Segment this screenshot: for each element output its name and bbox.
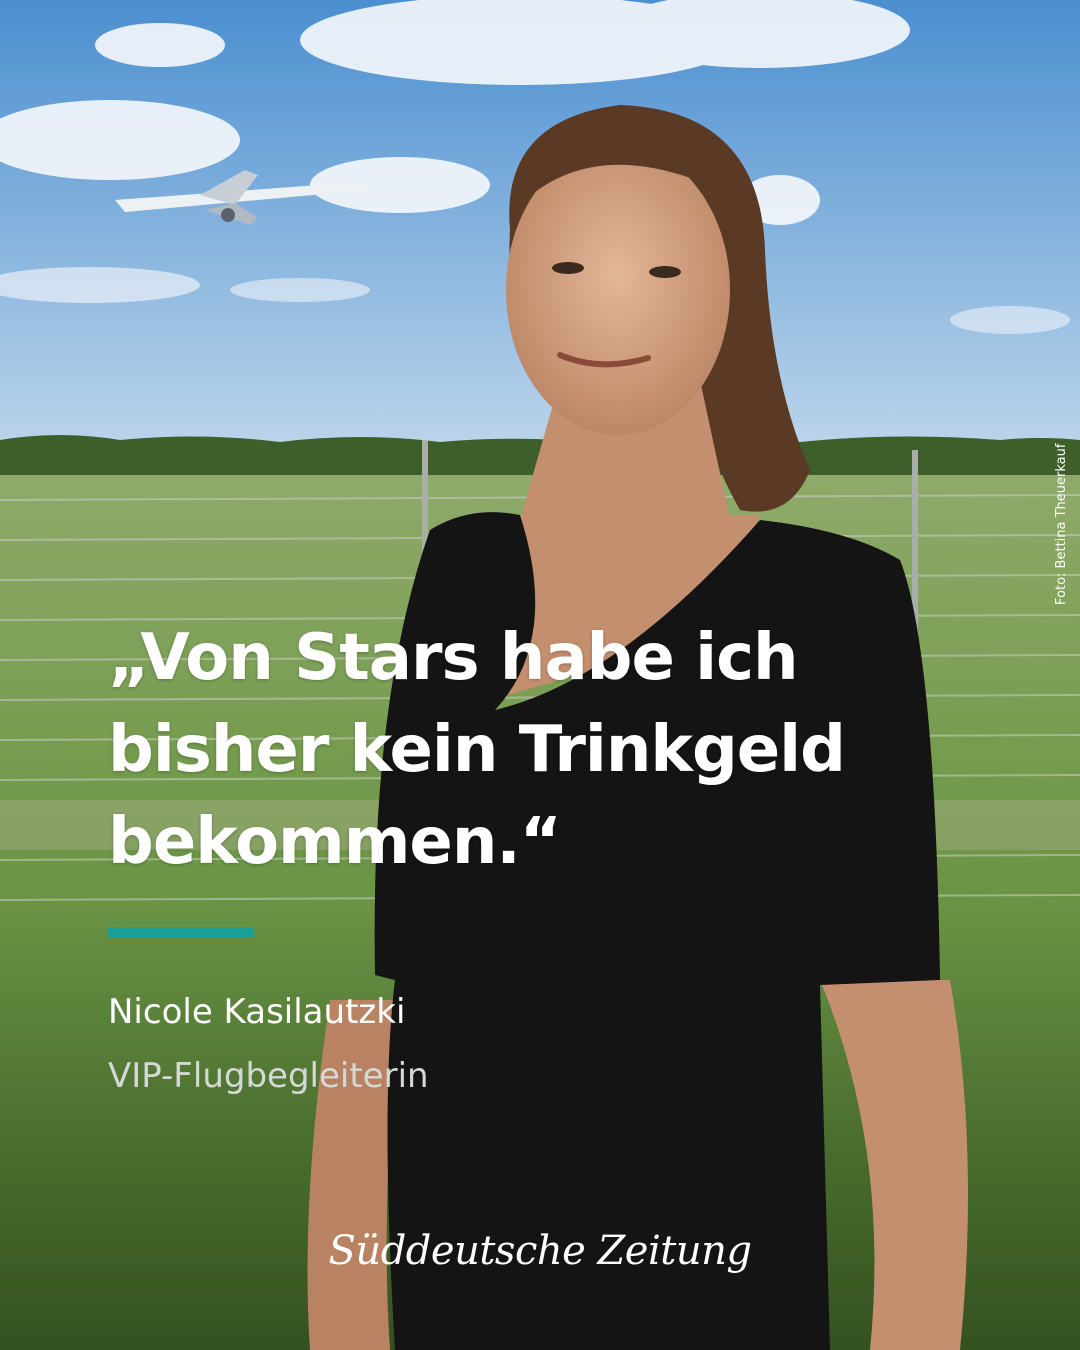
- accent-bar: [108, 927, 253, 937]
- person-role: VIP-Flugbegleiterin: [108, 1056, 429, 1096]
- quote-text: „Von Stars habe ich bisher kein Trinkgel…: [108, 612, 968, 888]
- quote-line: „Von Stars habe ich: [108, 621, 799, 695]
- person-name: Nicole Kasilautzki: [108, 992, 406, 1032]
- photo-credit: Foto: Bettina Theuerkauf: [1054, 443, 1069, 605]
- quote-line: bekommen.“: [108, 805, 562, 879]
- quote-line: bisher kein Trinkgeld: [108, 713, 846, 787]
- brand-logo: Süddeutsche Zeitung: [328, 1228, 752, 1274]
